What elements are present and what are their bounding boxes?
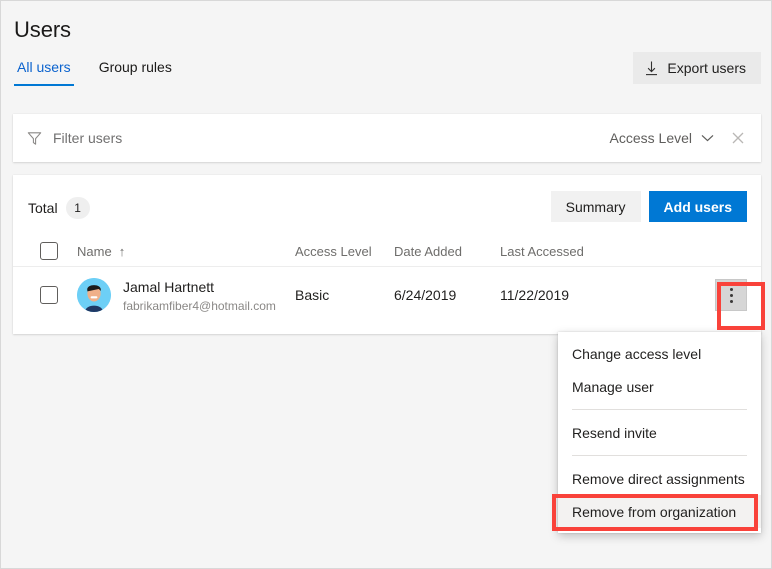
export-users-button[interactable]: Export users xyxy=(633,52,761,84)
column-header-access-level[interactable]: Access Level xyxy=(295,244,372,259)
vertical-ellipsis-icon xyxy=(729,299,733,303)
page-header: Users All users Group rules Export users xyxy=(1,1,771,101)
users-list-card: Total 1 Summary Add users Name ↑ Access … xyxy=(13,175,761,334)
filter-bar: Filter users Access Level xyxy=(13,114,761,162)
filter-users-placeholder: Filter users xyxy=(53,130,123,146)
menu-separator xyxy=(572,455,747,456)
export-users-label: Export users xyxy=(667,60,746,76)
cell-last-accessed: 11/22/2019 xyxy=(500,287,570,303)
tab-all-users-label: All users xyxy=(17,59,71,75)
toolbar-actions: Summary Add users xyxy=(550,191,747,222)
close-icon[interactable] xyxy=(730,130,746,146)
filter-bar-actions: Access Level xyxy=(610,130,761,146)
page-title: Users xyxy=(14,17,71,42)
vertical-ellipsis-icon xyxy=(729,287,733,291)
table-row[interactable]: Jamal Hartnett fabrikamfiber4@hotmail.co… xyxy=(13,267,761,323)
column-header-date-added[interactable]: Date Added xyxy=(394,244,462,259)
tab-group-rules-label: Group rules xyxy=(98,59,172,75)
cell-date-added: 6/24/2019 xyxy=(394,287,457,303)
user-email: fabrikamfiber4@hotmail.com xyxy=(123,299,276,313)
total-label: Total xyxy=(28,200,58,216)
row-select-checkbox[interactable] xyxy=(40,286,58,304)
sort-ascending-icon: ↑ xyxy=(118,244,126,259)
total-count-badge: 1 xyxy=(65,197,90,219)
total-indicator: Total 1 xyxy=(28,197,90,219)
column-header-name-label: Name xyxy=(77,244,112,259)
menu-item-remove-from-organization[interactable]: Remove from organization xyxy=(558,495,761,528)
select-all-checkbox[interactable] xyxy=(40,242,58,260)
user-avatar-icon xyxy=(77,278,111,312)
column-header-name[interactable]: Name ↑ xyxy=(77,244,125,259)
access-level-dropdown[interactable]: Access Level xyxy=(610,130,714,146)
download-icon xyxy=(646,61,658,75)
context-menu: Change access level Manage user Resend i… xyxy=(558,332,761,533)
vertical-ellipsis-icon xyxy=(729,293,733,297)
users-page: Users All users Group rules Export users… xyxy=(0,0,772,569)
list-toolbar: Total 1 Summary Add users xyxy=(13,175,761,237)
cell-access-level: Basic xyxy=(295,287,330,303)
menu-item-manage-user[interactable]: Manage user xyxy=(558,370,761,403)
menu-item-change-access-level[interactable]: Change access level xyxy=(558,337,761,370)
funnel-icon xyxy=(27,131,42,145)
users-table: Name ↑ Access Level Date Added Last Acce… xyxy=(13,237,761,323)
menu-separator xyxy=(572,409,747,410)
tab-all-users[interactable]: All users xyxy=(14,59,74,86)
table-header-row: Name ↑ Access Level Date Added Last Acce… xyxy=(13,237,761,267)
filter-users-input[interactable]: Filter users xyxy=(13,130,610,146)
tab-group-rules[interactable]: Group rules xyxy=(96,59,175,86)
chevron-down-icon xyxy=(701,134,714,142)
menu-item-remove-direct-assignments[interactable]: Remove direct assignments xyxy=(558,462,761,495)
access-level-dropdown-label: Access Level xyxy=(609,130,692,146)
avatar xyxy=(77,278,111,312)
more-actions-button[interactable] xyxy=(715,279,747,311)
user-name: Jamal Hartnett xyxy=(123,279,215,295)
menu-item-resend-invite[interactable]: Resend invite xyxy=(558,416,761,449)
column-header-last-accessed[interactable]: Last Accessed xyxy=(500,244,584,259)
summary-button[interactable]: Summary xyxy=(550,191,641,222)
tab-bar: All users Group rules xyxy=(14,59,197,86)
add-users-button[interactable]: Add users xyxy=(648,191,747,222)
